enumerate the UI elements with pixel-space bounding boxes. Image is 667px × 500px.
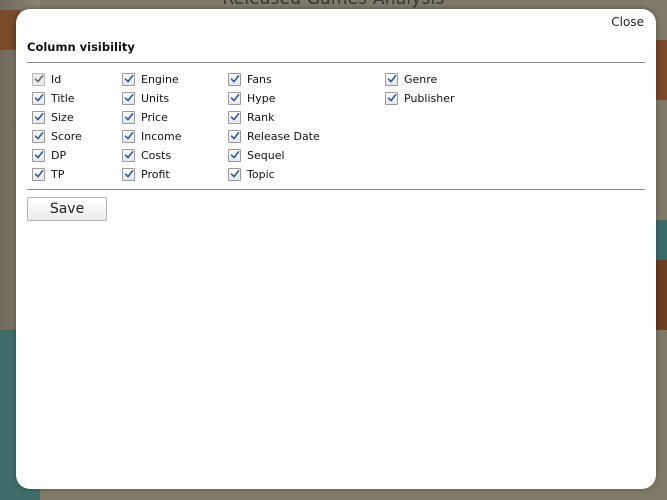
divider (27, 62, 645, 63)
check-icon (230, 75, 240, 83)
column-option-label: Hype (247, 92, 276, 105)
column-option-label: Engine (141, 73, 179, 86)
check-icon (387, 75, 397, 83)
column-option-label: DP (51, 149, 67, 162)
column-option-label: Sequel (247, 149, 285, 162)
check-icon (230, 94, 240, 102)
check-icon (230, 170, 240, 178)
check-icon (34, 151, 44, 159)
checkbox[interactable] (32, 92, 45, 105)
check-icon (34, 94, 44, 102)
column-option-price[interactable]: Price (122, 108, 181, 127)
column-option-id[interactable]: Id (32, 70, 82, 89)
checkbox[interactable] (122, 73, 135, 86)
column-option-rank[interactable]: Rank (228, 108, 320, 127)
save-button[interactable]: Save (27, 197, 107, 221)
check-icon (124, 132, 134, 140)
column-option-label: Id (51, 73, 62, 86)
column-option-label: Size (51, 111, 74, 124)
check-icon (387, 94, 397, 102)
column-option-label: Publisher (404, 92, 455, 105)
checkbox[interactable] (228, 92, 241, 105)
column-option-label: Rank (247, 111, 275, 124)
column-option-label: Profit (141, 168, 170, 181)
column-option-label: Title (51, 92, 75, 105)
check-icon (124, 94, 134, 102)
column-option-fans[interactable]: Fans (228, 70, 320, 89)
checkbox[interactable] (122, 168, 135, 181)
column-option-release-date[interactable]: Release Date (228, 127, 320, 146)
column-option-publisher[interactable]: Publisher (385, 89, 455, 108)
column-option-genre[interactable]: Genre (385, 70, 455, 89)
check-icon (230, 132, 240, 140)
checkbox[interactable] (385, 73, 398, 86)
column-option-topic[interactable]: Topic (228, 165, 320, 184)
checkbox[interactable] (32, 149, 45, 162)
check-icon (34, 75, 44, 83)
checkbox[interactable] (32, 111, 45, 124)
checkbox[interactable] (32, 73, 45, 86)
check-icon (34, 170, 44, 178)
background-window-title: Released Games Analysis (0, 0, 667, 9)
options-column: Engine Units Price Income Costs Profit (122, 70, 181, 184)
column-option-units[interactable]: Units (122, 89, 181, 108)
checkbox[interactable] (228, 73, 241, 86)
options-column: Genre Publisher (385, 70, 455, 108)
check-icon (124, 151, 134, 159)
column-option-income[interactable]: Income (122, 127, 181, 146)
checkbox[interactable] (228, 149, 241, 162)
checkbox[interactable] (385, 92, 398, 105)
check-icon (34, 113, 44, 121)
column-option-dp[interactable]: DP (32, 146, 82, 165)
column-visibility-dialog: Close Column visibility Id Title Size Score… (16, 9, 656, 489)
check-icon (230, 151, 240, 159)
checkbox[interactable] (228, 168, 241, 181)
divider (27, 189, 645, 190)
section-title: Column visibility (27, 40, 135, 54)
column-option-profit[interactable]: Profit (122, 165, 181, 184)
check-icon (124, 75, 134, 83)
column-option-label: Price (141, 111, 168, 124)
column-option-label: Genre (404, 73, 438, 86)
column-option-label: Score (51, 130, 82, 143)
options-column: Fans Hype Rank Release Date Sequel Topic (228, 70, 320, 184)
column-options-grid: Id Title Size Score DP TP Engine Units Price Inc… (32, 70, 632, 185)
checkbox[interactable] (122, 92, 135, 105)
column-option-label: Units (141, 92, 170, 105)
column-option-label: Topic (247, 168, 275, 181)
column-option-score[interactable]: Score (32, 127, 82, 146)
column-option-sequel[interactable]: Sequel (228, 146, 320, 165)
check-icon (124, 170, 134, 178)
column-option-title[interactable]: Title (32, 89, 82, 108)
column-option-hype[interactable]: Hype (228, 89, 320, 108)
checkbox[interactable] (122, 130, 135, 143)
checkbox[interactable] (122, 111, 135, 124)
checkbox[interactable] (32, 168, 45, 181)
check-icon (124, 113, 134, 121)
column-option-label: TP (51, 168, 65, 181)
column-option-label: Income (141, 130, 182, 143)
check-icon (230, 113, 240, 121)
column-option-size[interactable]: Size (32, 108, 82, 127)
column-option-tp[interactable]: TP (32, 165, 82, 184)
column-option-label: Release Date (247, 130, 320, 143)
checkbox[interactable] (228, 111, 241, 124)
close-button[interactable]: Close (611, 15, 644, 29)
options-column: Id Title Size Score DP TP (32, 70, 82, 184)
checkbox[interactable] (228, 130, 241, 143)
column-option-label: Fans (247, 73, 272, 86)
check-icon (34, 132, 44, 140)
checkbox[interactable] (122, 149, 135, 162)
column-option-costs[interactable]: Costs (122, 146, 181, 165)
checkbox[interactable] (32, 130, 45, 143)
column-option-engine[interactable]: Engine (122, 70, 181, 89)
column-option-label: Costs (141, 149, 172, 162)
